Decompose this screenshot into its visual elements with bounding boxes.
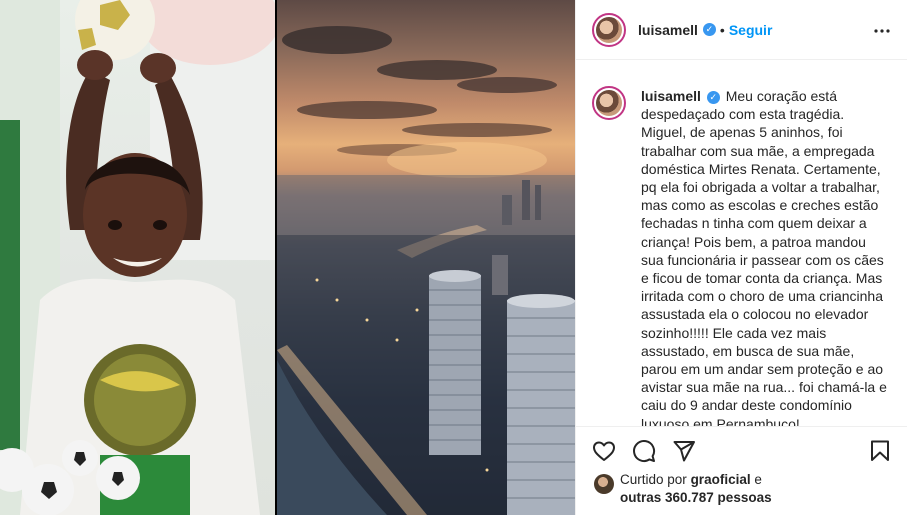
likes-conjunction: e: [754, 472, 762, 487]
heart-icon[interactable]: [592, 439, 616, 463]
header-avatar[interactable]: [592, 12, 626, 47]
likes-summary: Curtido por graoficial e outras 360.787 …: [620, 471, 772, 507]
share-icon[interactable]: [672, 439, 696, 463]
child-photo: [0, 0, 275, 515]
verified-badge-icon: ✓: [702, 23, 716, 36]
post-media[interactable]: [0, 0, 575, 515]
verified-badge-icon: ✓: [706, 90, 720, 104]
city-sunset-photo: [277, 0, 575, 515]
likes-prefix: Curtido por: [620, 472, 687, 487]
likes-others[interactable]: outras 360.787 pessoas: [620, 490, 772, 505]
city-sunset-illustration: [277, 26, 575, 515]
comment-icon[interactable]: [632, 439, 656, 463]
caption-section: luisamell ✓ Meu coração está despedaçado…: [576, 61, 907, 426]
caption-text: Meu coração está despedaçado com esta tr…: [641, 88, 887, 426]
child-photo-illustration: [0, 0, 275, 515]
post-actions: Curtido por graoficial e outras 360.787 …: [576, 426, 907, 515]
liker-username[interactable]: graoficial: [691, 472, 751, 487]
follow-button[interactable]: Seguir: [729, 22, 773, 38]
bookmark-icon[interactable]: [868, 439, 892, 463]
header-avatar-image: [596, 16, 622, 43]
caption-body: luisamell ✓ Meu coração está despedaçado…: [641, 87, 889, 426]
header-username[interactable]: luisamell: [638, 22, 698, 38]
liker-avatar[interactable]: [594, 474, 614, 494]
post-side-panel: luisamell ✓ • Seguir luisamell ✓ Meu cor…: [575, 0, 907, 515]
caption-username[interactable]: luisamell: [641, 88, 701, 104]
more-options-icon[interactable]: [870, 19, 894, 43]
caption-avatar[interactable]: [592, 86, 626, 120]
header-separator: •: [719, 21, 725, 38]
caption-avatar-image: [596, 90, 622, 116]
post-header: luisamell ✓ • Seguir: [576, 0, 907, 60]
